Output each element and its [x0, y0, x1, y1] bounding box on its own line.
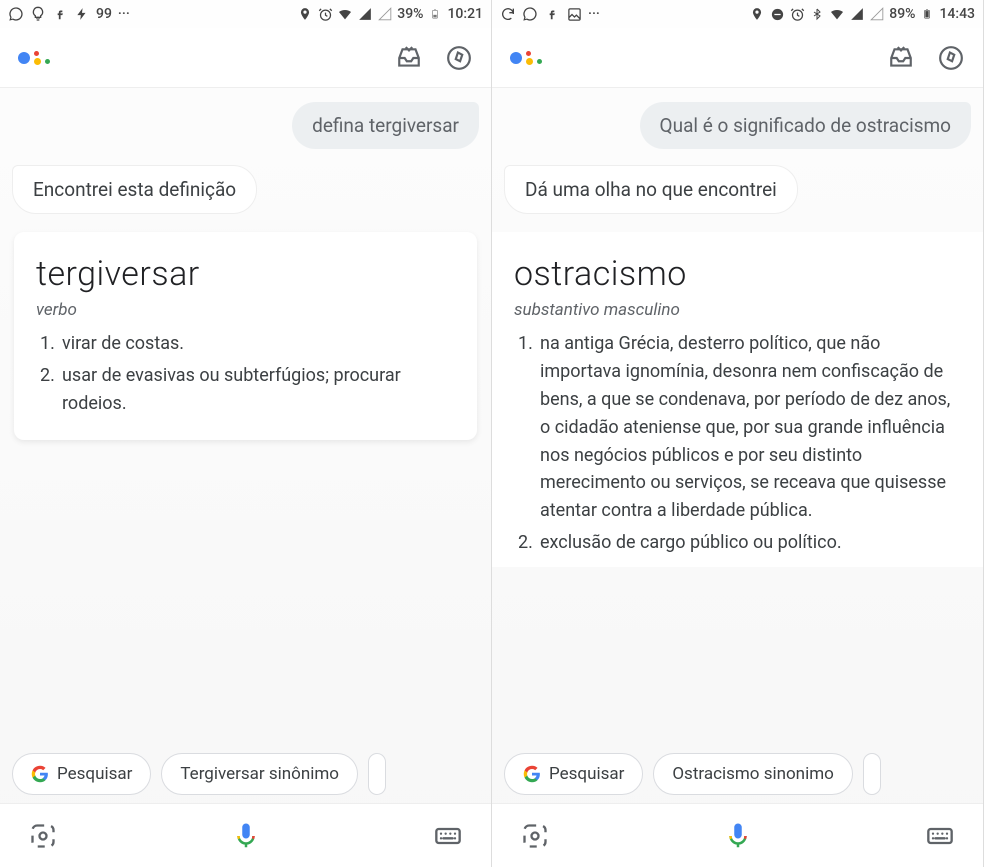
alarm-icon: [789, 6, 805, 22]
keyboard-icon[interactable]: [433, 821, 463, 851]
facebook-icon: [544, 6, 560, 22]
chat-area: Qual é o significado de ostracismo Dá um…: [492, 88, 983, 867]
signal-icon: [849, 6, 865, 22]
chip-google-search[interactable]: Pesquisar: [12, 753, 151, 795]
explore-icon[interactable]: [937, 44, 965, 72]
signal-icon: [357, 6, 373, 22]
keyboard-icon[interactable]: [925, 821, 955, 851]
definition-item: 1.virar de costas.: [40, 330, 455, 358]
chip-overflow[interactable]: [863, 753, 881, 795]
microphone-icon[interactable]: [231, 821, 261, 851]
notification-counter: 99: [96, 6, 112, 22]
signal-empty-icon: [869, 6, 885, 22]
definition-card: ostracismo substantivo masculino 1.na an…: [492, 232, 983, 567]
signal-empty-icon: [377, 6, 393, 22]
image-icon: [566, 6, 582, 22]
phone-left: 99 ··· 39% 10:21: [0, 0, 492, 867]
definition-word: ostracismo: [514, 254, 961, 294]
sync-icon: [500, 6, 516, 22]
lens-icon[interactable]: [520, 821, 550, 851]
assistant-message-bubble: Dá uma olha no que encontrei: [504, 165, 798, 214]
status-bar: 99 ··· 39% 10:21: [0, 0, 491, 28]
definition-part-of-speech: verbo: [36, 300, 455, 320]
google-assistant-logo-icon[interactable]: [18, 51, 50, 65]
more-dots: ···: [588, 6, 600, 22]
wifi-icon: [829, 6, 845, 22]
definition-list: 1.virar de costas. 2.usar de evasivas ou…: [36, 330, 455, 418]
chip-google-search[interactable]: Pesquisar: [504, 753, 643, 795]
bulb-icon: [30, 6, 46, 22]
suggestion-chips: Pesquisar Tergiversar sinônimo: [0, 753, 491, 795]
battery-icon: [919, 6, 935, 22]
location-icon: [749, 6, 765, 22]
chip-synonym[interactable]: Tergiversar sinônimo: [161, 753, 358, 795]
assistant-message-bubble: Encontrei esta definição: [12, 165, 257, 214]
chip-label: Tergiversar sinônimo: [180, 764, 339, 784]
phone-right: ··· 89%: [492, 0, 984, 867]
facebook-icon: [52, 6, 68, 22]
chip-synonym[interactable]: Ostracismo sinonimo: [653, 753, 852, 795]
bolt-icon: [74, 6, 90, 22]
clock-time: 10:21: [447, 6, 483, 22]
definition-item: 1.na antiga Grécia, desterro político, q…: [518, 330, 961, 525]
microphone-icon[interactable]: [723, 821, 753, 851]
definition-item: 2.exclusão de cargo público ou político.: [518, 529, 961, 557]
bottom-action-bar: [492, 803, 983, 867]
definition-part-of-speech: substantivo masculino: [514, 300, 961, 320]
battery-percent: 39%: [397, 6, 423, 22]
definition-word: tergiversar: [36, 254, 455, 294]
definition-item: 2.usar de evasivas ou subterfúgios; proc…: [40, 362, 455, 418]
wifi-icon: [337, 6, 353, 22]
more-dots: ···: [118, 6, 130, 22]
google-assistant-logo-icon[interactable]: [510, 51, 542, 65]
bottom-action-bar: [0, 803, 491, 867]
whatsapp-icon: [8, 6, 24, 22]
user-message-bubble[interactable]: defina tergiversar: [292, 102, 479, 149]
alarm-icon: [317, 6, 333, 22]
explore-icon[interactable]: [445, 44, 473, 72]
assistant-topbar: [492, 28, 983, 88]
chip-label: Ostracismo sinonimo: [672, 764, 833, 784]
dnd-icon: [769, 6, 785, 22]
suggestion-chips: Pesquisar Ostracismo sinonimo: [492, 753, 983, 795]
google-g-icon: [523, 765, 541, 783]
inbox-icon[interactable]: [887, 44, 915, 72]
location-icon: [297, 6, 313, 22]
battery-percent: 89%: [889, 6, 915, 22]
chip-overflow[interactable]: [368, 753, 386, 795]
lens-icon[interactable]: [28, 821, 58, 851]
battery-icon: [427, 6, 443, 22]
definition-card: tergiversar verbo 1.virar de costas. 2.u…: [14, 232, 477, 440]
chat-area: defina tergiversar Encontrei esta defini…: [0, 88, 491, 867]
clock-time: 14:43: [939, 6, 975, 22]
inbox-icon[interactable]: [395, 44, 423, 72]
user-message-bubble[interactable]: Qual é o significado de ostracismo: [640, 102, 971, 149]
whatsapp-icon: [522, 6, 538, 22]
chip-label: Pesquisar: [57, 764, 132, 784]
chip-label: Pesquisar: [549, 764, 624, 784]
bluetooth-icon: [809, 6, 825, 22]
definition-list: 1.na antiga Grécia, desterro político, q…: [514, 330, 961, 557]
assistant-topbar: [0, 28, 491, 88]
google-g-icon: [31, 765, 49, 783]
status-bar: ··· 89%: [492, 0, 983, 28]
